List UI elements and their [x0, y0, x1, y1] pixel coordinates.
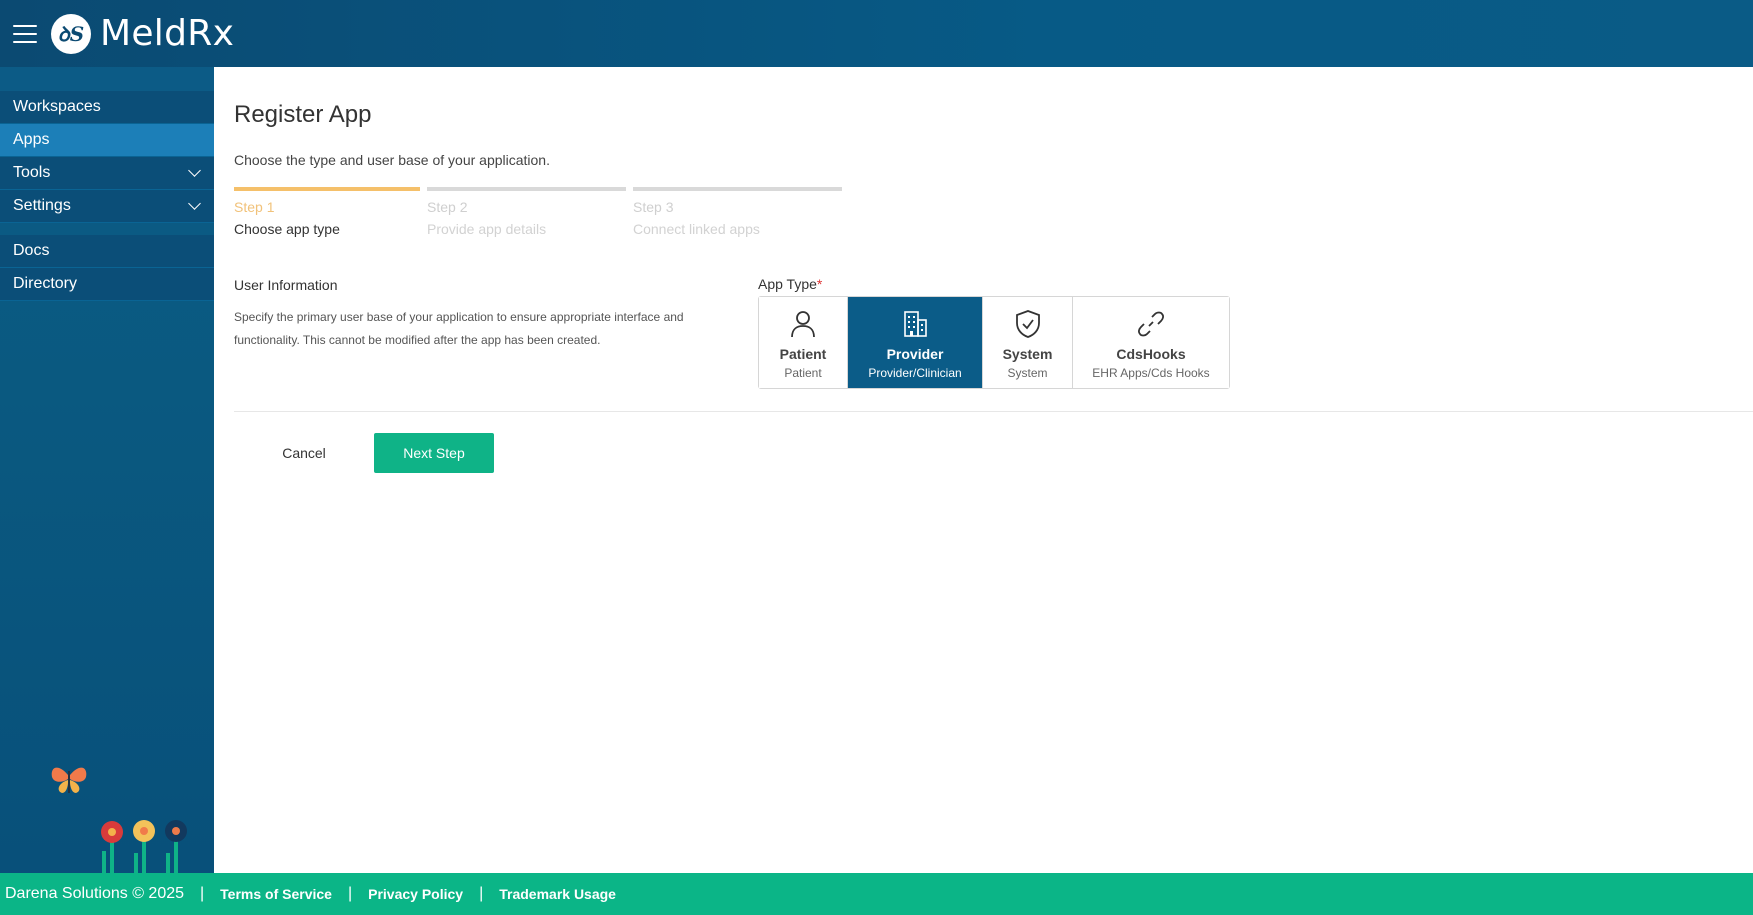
- app-type-system[interactable]: System System: [983, 297, 1073, 388]
- sidebar: Workspaces Apps Tools Settings Docs Dire…: [0, 67, 214, 873]
- sidebar-item-directory[interactable]: Directory: [0, 268, 214, 301]
- sidebar-item-workspaces[interactable]: Workspaces: [0, 91, 214, 124]
- step-label: Choose app type: [234, 221, 340, 237]
- nav-group-main: Workspaces Apps Tools Settings: [0, 91, 214, 223]
- nav-group-secondary: Docs Directory: [0, 235, 214, 301]
- page-subtitle: Choose the type and user base of your ap…: [234, 152, 550, 168]
- app-type-sub: Provider/Clinician: [868, 366, 962, 380]
- step-number: Step 2: [427, 199, 468, 215]
- footer-separator: |: [200, 885, 205, 902]
- sidebar-item-label: Docs: [13, 242, 50, 259]
- person-icon: [791, 311, 815, 338]
- section-divider: [234, 411, 1753, 412]
- footer-separator: |: [479, 885, 484, 902]
- step-progress-bar: [234, 187, 420, 191]
- butterfly-icon: [51, 767, 87, 793]
- main-content: Register App Choose the type and user ba…: [214, 67, 1753, 873]
- step-label: Connect linked apps: [633, 221, 760, 237]
- app-type-name: System: [1002, 346, 1053, 362]
- app-type-patient[interactable]: Patient Patient: [759, 297, 848, 388]
- top-header: ꝺS MeldRx: [0, 0, 1753, 67]
- app-type-label: App Type*: [758, 276, 822, 292]
- app-type-cdshooks[interactable]: CdsHooks EHR Apps/Cds Hooks: [1073, 297, 1229, 388]
- app-type-name: CdsHooks: [1116, 346, 1186, 362]
- sidebar-item-label: Directory: [13, 275, 78, 292]
- step-progress-bar: [633, 187, 842, 191]
- flower-navy-icon: [165, 820, 187, 873]
- sidebar-item-label: Settings: [13, 197, 71, 214]
- step-1: Step 1 Choose app type: [234, 187, 420, 237]
- hamburger-icon[interactable]: [13, 24, 37, 43]
- terms-of-service-link[interactable]: Terms of Service: [220, 886, 332, 902]
- chevron-down-icon: [188, 197, 201, 210]
- sidebar-item-docs[interactable]: Docs: [0, 235, 214, 268]
- step-progress-bar: [427, 187, 626, 191]
- flower-red-icon: [101, 821, 123, 873]
- sidebar-item-settings[interactable]: Settings: [0, 190, 214, 223]
- sidebar-item-label: Tools: [13, 164, 51, 181]
- app-type-label-text: App Type: [758, 276, 817, 292]
- sidebar-item-apps[interactable]: Apps: [0, 124, 214, 157]
- step-number: Step 3: [633, 199, 674, 215]
- copyright-text: Darena Solutions © 2025: [5, 885, 185, 902]
- trademark-usage-link[interactable]: Trademark Usage: [499, 886, 616, 902]
- cancel-button[interactable]: Cancel: [254, 433, 354, 473]
- app-type-provider[interactable]: Provider Provider/Clinician: [848, 297, 983, 388]
- brand-name[interactable]: MeldRx: [100, 13, 234, 54]
- step-2: Step 2 Provide app details: [427, 187, 626, 237]
- step-label: Provide app details: [427, 221, 547, 237]
- user-information-description: Specify the primary user base of your ap…: [234, 310, 684, 347]
- page-title: Register App: [234, 101, 372, 128]
- link-icon: [1138, 311, 1164, 337]
- sidebar-item-tools[interactable]: Tools: [0, 157, 214, 190]
- meldrx-logo-icon[interactable]: ꝺS: [51, 13, 91, 54]
- app-type-selector: Patient Patient Provider Provider/Clinic…: [758, 296, 1230, 389]
- app-type-name: Patient: [779, 346, 827, 362]
- step-number: Step 1: [234, 199, 275, 215]
- app-type-sub: System: [1007, 366, 1048, 380]
- sidebar-item-label: Workspaces: [13, 98, 101, 115]
- app-type-name: Provider: [886, 346, 944, 362]
- step-3: Step 3 Connect linked apps: [633, 187, 842, 237]
- sidebar-item-label: Apps: [13, 131, 50, 148]
- footer: Darena Solutions © 2025 | Terms of Servi…: [0, 873, 1753, 915]
- app-type-sub: EHR Apps/Cds Hooks: [1092, 366, 1210, 380]
- chevron-down-icon: [188, 164, 201, 177]
- stepper: Step 1 Choose app type Step 2 Provide ap…: [234, 187, 842, 237]
- shield-check-icon: [1015, 310, 1040, 338]
- app-type-sub: Patient: [784, 366, 822, 380]
- required-mark: *: [816, 276, 823, 292]
- flower-yellow-icon: [133, 820, 155, 873]
- building-icon: [904, 311, 927, 337]
- footer-separator: |: [347, 885, 353, 902]
- flowers-decoration-icon: [51, 767, 187, 873]
- next-step-button[interactable]: Next Step: [374, 433, 494, 473]
- privacy-policy-link[interactable]: Privacy Policy: [368, 886, 463, 902]
- user-information-title: User Information: [234, 277, 338, 293]
